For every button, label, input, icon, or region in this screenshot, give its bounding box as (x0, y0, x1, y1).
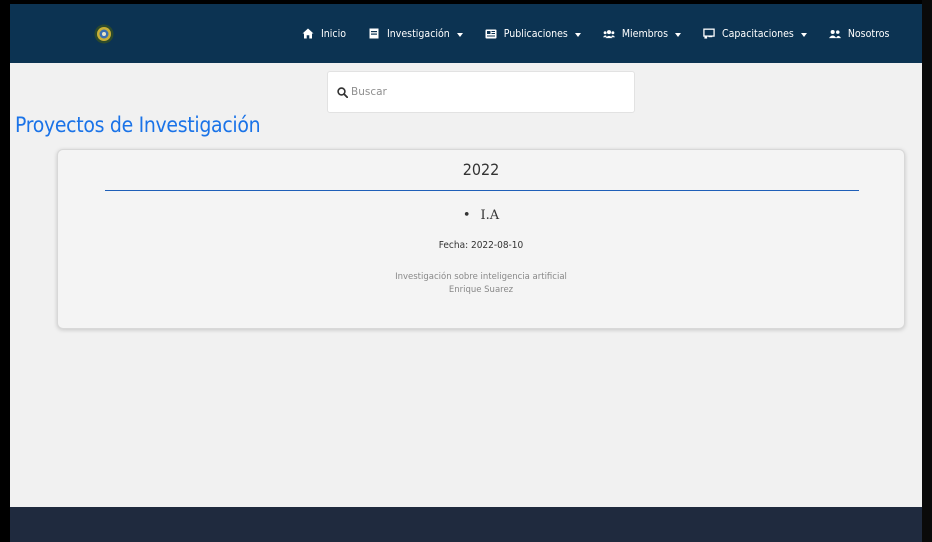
newspaper-icon (485, 28, 497, 39)
nav-label-investigacion: Investigación (387, 27, 450, 40)
nav-item-inicio[interactable]: Inicio (302, 28, 346, 40)
nav-label-publicaciones: Publicaciones (503, 27, 568, 40)
page-viewport: Inicio Investigación Publicaciones Miemb… (10, 4, 922, 542)
nav-label-miembros: Miembros (621, 27, 669, 40)
bullet-icon: • (462, 208, 471, 223)
chevron-down-icon (574, 32, 581, 37)
project-description: Investigación sobre inteligencia artific… (395, 272, 567, 282)
nav-item-miembros[interactable]: Miembros (602, 27, 682, 40)
nav-label-capacitaciones: Capacitaciones (722, 27, 794, 40)
top-navbar: Inicio Investigación Publicaciones Miemb… (10, 4, 922, 63)
window-frame-right (922, 0, 932, 542)
nav-item-nosotros[interactable]: Nosotros (828, 27, 890, 40)
home-icon (302, 28, 314, 39)
nav-label-nosotros: Nosotros (847, 27, 890, 40)
search-box[interactable] (327, 71, 635, 113)
logo-icon[interactable] (94, 24, 114, 44)
search-icon (337, 86, 348, 98)
chevron-down-icon (456, 32, 463, 37)
window-frame-left (0, 0, 10, 542)
page-footer (10, 507, 922, 542)
nav-label-inicio: Inicio (321, 27, 346, 40)
user-friends-icon (828, 28, 841, 39)
users-icon (602, 28, 615, 39)
nav-item-investigacion[interactable]: Investigación (368, 28, 463, 40)
nav-item-capacitaciones[interactable]: Capacitaciones (703, 28, 807, 40)
year-heading: 2022 (462, 160, 500, 179)
year-divider (105, 190, 859, 191)
chevron-down-icon (800, 32, 807, 37)
search-input[interactable] (351, 86, 621, 98)
project-item[interactable]: • I.A (58, 208, 904, 223)
nav-item-publicaciones[interactable]: Publicaciones (485, 28, 581, 40)
chalkboard-icon (703, 28, 715, 39)
project-date: Fecha: 2022-08-10 (438, 240, 524, 251)
nav-links: Inicio Investigación Publicaciones Miemb… (302, 4, 911, 63)
book-icon (368, 28, 380, 39)
chevron-down-icon (675, 32, 682, 37)
project-author: Enrique Suarez (448, 285, 514, 295)
project-name: I.A (480, 208, 500, 223)
project-year-card: 2022 • I.A Fecha: 2022-08-10 Investigació… (57, 149, 905, 329)
page-title: Proyectos de Investigación (15, 113, 261, 137)
